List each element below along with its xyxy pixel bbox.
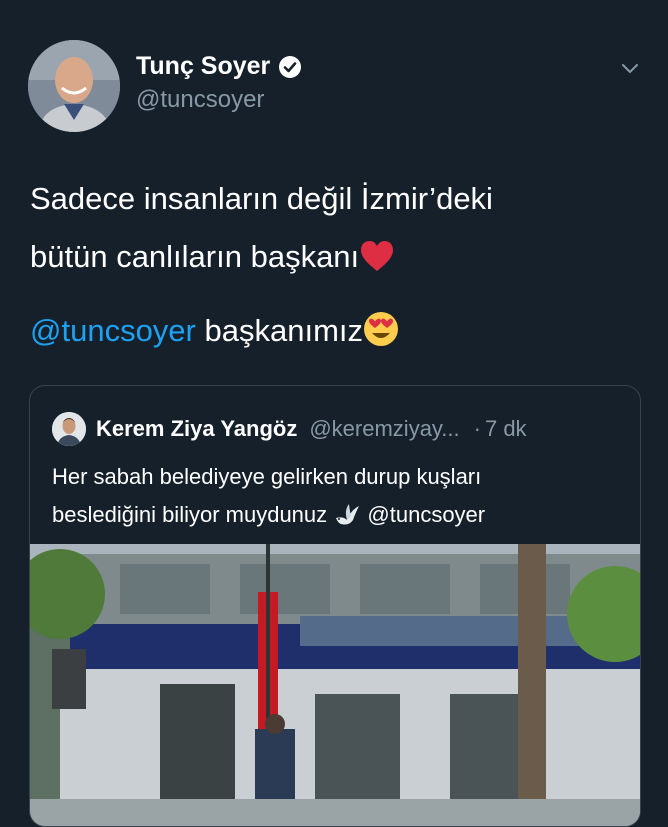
quoted-tweet-media[interactable] <box>30 544 640 826</box>
author-photo-icon <box>28 40 120 132</box>
author-name-row: Tunç Soyer <box>136 52 302 81</box>
quoted-mention-link[interactable]: @tuncsoyer <box>367 502 485 527</box>
quoted-separator: · <box>473 416 481 441</box>
quoted-author-avatar[interactable] <box>52 412 86 446</box>
quoted-author-handle[interactable]: @keremziyay... <box>309 416 459 442</box>
tweet-line-2: bütün canlıların başkanı <box>30 228 630 286</box>
quoted-line-2: beslediğini biliyor muydunuz @tuncsoyer <box>52 496 622 534</box>
tweet-line-3-text: başkanımız <box>195 313 363 348</box>
tweet-text: Sadece insanların değil İzmir’deki bütün… <box>30 170 630 360</box>
quoted-timestamp[interactable]: 7 dk <box>485 416 527 442</box>
dove-emoji-icon <box>336 504 360 525</box>
red-heart-emoji-icon <box>361 241 394 271</box>
chevron-down-icon[interactable] <box>618 56 642 80</box>
verified-badge-icon <box>279 55 302 78</box>
heart-eyes-emoji-icon <box>364 312 398 346</box>
quoted-line-1: Her sabah belediyeye gelirken durup kuşl… <box>52 464 482 489</box>
tweet-mention-link[interactable]: @tuncsoyer <box>30 313 196 348</box>
quoted-line-2-text: beslediğini biliyor muydunuz <box>52 502 328 527</box>
quoted-tweet-header: Kerem Ziya Yangöz @keremziyay... · 7 dk <box>52 412 527 446</box>
tweet-line-3: @tuncsoyer başkanımız <box>30 302 630 360</box>
quoted-author-photo-icon <box>52 412 86 446</box>
quoted-author-name[interactable]: Kerem Ziya Yangöz <box>96 416 297 442</box>
author-handle[interactable]: @tuncsoyer <box>136 86 264 114</box>
author-name[interactable]: Tunç Soyer <box>136 52 270 81</box>
tweet-line-2-text: bütün canlıların başkanı <box>30 239 360 274</box>
tweet-line-1: Sadece insanların değil İzmir’deki <box>30 181 493 216</box>
quoted-tweet-card[interactable]: Kerem Ziya Yangöz @keremziyay... · 7 dk … <box>29 385 641 827</box>
author-avatar[interactable] <box>28 40 120 132</box>
quoted-tweet-text: Her sabah belediyeye gelirken durup kuşl… <box>52 458 622 534</box>
